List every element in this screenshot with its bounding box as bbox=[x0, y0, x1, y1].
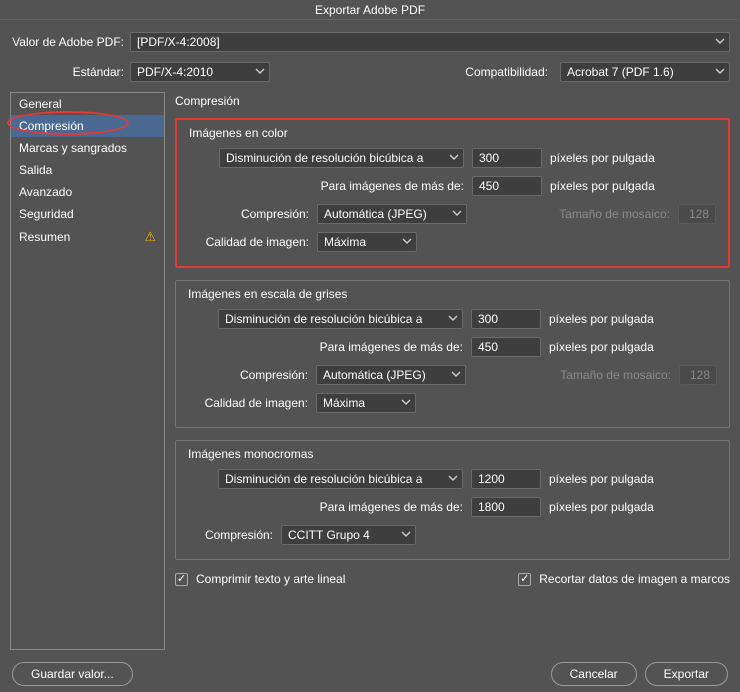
color-tile-label: Tamaño de mosaico: bbox=[559, 207, 670, 221]
sidebar: General Compresión Marcas y sangrados Sa… bbox=[10, 92, 165, 650]
preset-select[interactable]: [PDF/X-4:2008] bbox=[130, 32, 730, 52]
gray-threshold-ppi[interactable]: 450 bbox=[471, 337, 541, 357]
mono-target-ppi[interactable]: 1200 bbox=[471, 469, 541, 489]
chevron-down-icon bbox=[715, 65, 725, 79]
group-color-title: Imágenes en color bbox=[189, 126, 716, 140]
group-color-images: Imágenes en color Disminución de resoluc… bbox=[175, 118, 730, 268]
standard-label: Estándar: bbox=[10, 65, 130, 79]
mono-compression-select[interactable]: CCITT Grupo 4 bbox=[281, 525, 416, 545]
sidebar-item-seguridad[interactable]: Seguridad bbox=[11, 203, 164, 225]
chevron-down-icon bbox=[255, 65, 265, 79]
content-panel: Compresión Imágenes en color Disminución… bbox=[175, 92, 730, 650]
preset-value: [PDF/X-4:2008] bbox=[137, 35, 220, 49]
color-compression-select[interactable]: Automática (JPEG) bbox=[317, 204, 467, 224]
compress-text-label: Comprimir texto y arte lineal bbox=[196, 572, 345, 586]
chevron-down-icon bbox=[401, 396, 411, 410]
gray-tile-label: Tamaño de mosaico: bbox=[560, 368, 671, 382]
compat-label: Compatibilidad: bbox=[465, 65, 554, 79]
sidebar-item-avanzado[interactable]: Avanzado bbox=[11, 181, 164, 203]
chevron-down-icon bbox=[452, 207, 462, 221]
warning-icon: ⚠ bbox=[144, 229, 156, 245]
section-title: Compresión bbox=[175, 94, 730, 108]
ppi-unit: píxeles por pulgada bbox=[549, 340, 654, 354]
color-quality-select[interactable]: Máxima bbox=[317, 232, 417, 252]
compress-text-checkbox[interactable] bbox=[175, 573, 188, 586]
chevron-down-icon bbox=[449, 151, 459, 165]
crop-data-label: Recortar datos de imagen a marcos bbox=[539, 572, 730, 586]
chevron-down-icon bbox=[401, 528, 411, 542]
color-downsample-select[interactable]: Disminución de resolución bicúbica a bbox=[219, 148, 464, 168]
export-button[interactable]: Exportar bbox=[645, 662, 728, 686]
group-mono-images: Imágenes monocromas Disminución de resol… bbox=[175, 440, 730, 560]
ppi-unit: píxeles por pulgada bbox=[550, 179, 655, 193]
ppi-unit: píxeles por pulgada bbox=[549, 500, 654, 514]
color-quality-label: Calidad de imagen: bbox=[189, 235, 309, 249]
color-threshold-label: Para imágenes de más de: bbox=[189, 179, 464, 193]
mono-threshold-label: Para imágenes de más de: bbox=[188, 500, 463, 514]
sidebar-item-compresion[interactable]: Compresión bbox=[11, 115, 164, 137]
ppi-unit: píxeles por pulgada bbox=[550, 151, 655, 165]
sidebar-item-general[interactable]: General bbox=[11, 93, 164, 115]
gray-compression-label: Compresión: bbox=[188, 368, 308, 382]
gray-target-ppi[interactable]: 300 bbox=[471, 309, 541, 329]
sidebar-item-salida[interactable]: Salida bbox=[11, 159, 164, 181]
gray-quality-select[interactable]: Máxima bbox=[316, 393, 416, 413]
chevron-down-icon bbox=[451, 368, 461, 382]
chevron-down-icon bbox=[715, 35, 725, 49]
standard-select[interactable]: PDF/X-4:2010 bbox=[130, 62, 270, 82]
gray-tile-value: 128 bbox=[679, 365, 717, 385]
mono-compression-label: Compresión: bbox=[188, 528, 273, 542]
gray-compression-select[interactable]: Automática (JPEG) bbox=[316, 365, 466, 385]
preset-label: Valor de Adobe PDF: bbox=[10, 35, 130, 49]
color-tile-value: 128 bbox=[678, 204, 716, 224]
gray-quality-label: Calidad de imagen: bbox=[188, 396, 308, 410]
gray-threshold-label: Para imágenes de más de: bbox=[188, 340, 463, 354]
chevron-down-icon bbox=[448, 472, 458, 486]
group-gray-images: Imágenes en escala de grises Disminución… bbox=[175, 280, 730, 428]
standard-value: PDF/X-4:2010 bbox=[137, 65, 213, 79]
ppi-unit: píxeles por pulgada bbox=[549, 312, 654, 326]
cancel-button[interactable]: Cancelar bbox=[551, 662, 637, 686]
save-preset-button[interactable]: Guardar valor... bbox=[12, 662, 133, 686]
group-mono-title: Imágenes monocromas bbox=[188, 447, 717, 461]
color-target-ppi[interactable]: 300 bbox=[472, 148, 542, 168]
mono-downsample-select[interactable]: Disminución de resolución bicúbica a bbox=[218, 469, 463, 489]
sidebar-item-resumen[interactable]: Resumen ⚠ bbox=[11, 225, 164, 249]
sidebar-item-marcas[interactable]: Marcas y sangrados bbox=[11, 137, 164, 159]
compat-value: Acrobat 7 (PDF 1.6) bbox=[567, 65, 674, 79]
color-threshold-ppi[interactable]: 450 bbox=[472, 176, 542, 196]
ppi-unit: píxeles por pulgada bbox=[549, 472, 654, 486]
group-gray-title: Imágenes en escala de grises bbox=[188, 287, 717, 301]
chevron-down-icon bbox=[448, 312, 458, 326]
color-compression-label: Compresión: bbox=[189, 207, 309, 221]
gray-downsample-select[interactable]: Disminución de resolución bicúbica a bbox=[218, 309, 463, 329]
crop-data-checkbox[interactable] bbox=[518, 573, 531, 586]
window-title: Exportar Adobe PDF bbox=[0, 0, 740, 20]
mono-threshold-ppi[interactable]: 1800 bbox=[471, 497, 541, 517]
chevron-down-icon bbox=[402, 235, 412, 249]
compat-select[interactable]: Acrobat 7 (PDF 1.6) bbox=[560, 62, 730, 82]
